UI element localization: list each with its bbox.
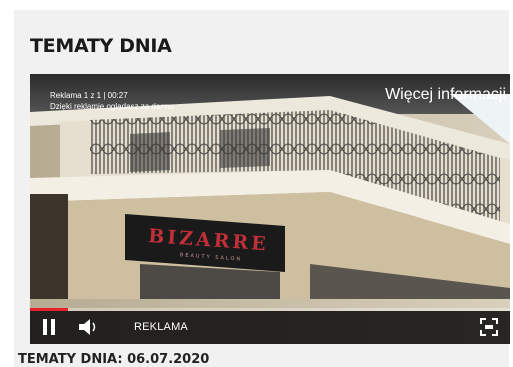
- ad-label: REKLAMA: [134, 321, 188, 333]
- news-card: TEMATY DNIA BIZARRE BEAUTY SALON Reklama…: [14, 10, 510, 367]
- video-frame[interactable]: BIZARRE BEAUTY SALON: [30, 74, 510, 344]
- ad-counter: Reklama 1 z 1 | 00:27: [50, 91, 128, 100]
- article-title[interactable]: TEMATY DNIA: 06.07.2020: [18, 352, 209, 367]
- ad-info: Reklama 1 z 1 | 00:27 Dzięki reklamie og…: [50, 90, 174, 112]
- section-heading: TEMATY DNIA: [30, 35, 172, 57]
- fullscreen-button[interactable]: [480, 318, 498, 336]
- video-player[interactable]: BIZARRE BEAUTY SALON Reklama 1 z 1 | 00:…: [30, 74, 510, 344]
- ad-note: Dzięki reklamie oglądasz za darmo: [50, 102, 175, 111]
- control-bar: REKLAMA: [30, 311, 510, 344]
- more-info-link[interactable]: Więcej informacji: [385, 86, 506, 104]
- fullscreen-icon: [480, 318, 498, 336]
- volume-icon: [79, 319, 96, 335]
- volume-button[interactable]: [78, 318, 100, 336]
- pause-button[interactable]: [42, 319, 56, 335]
